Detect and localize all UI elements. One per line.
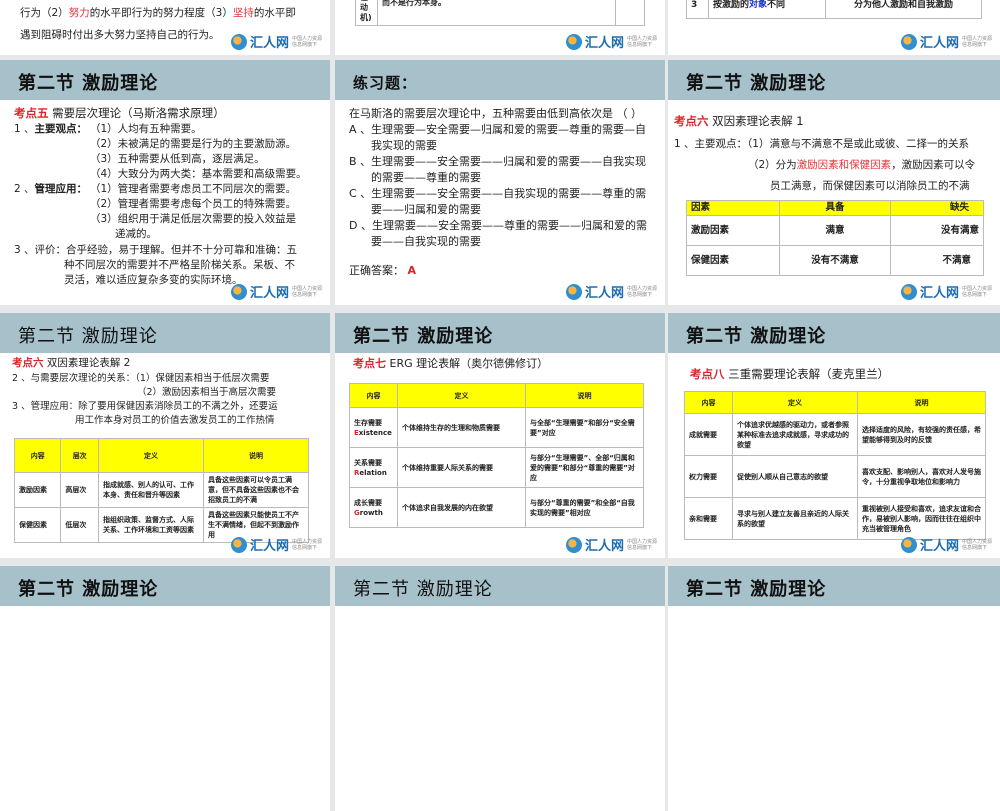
option-c: C 、生理需要——安全需要——自我实现的需要——尊重的需 [349, 187, 647, 200]
slide-header: 第二节 激励理论 [0, 566, 330, 606]
slide-text: （1）管理者需要考虑员工不同层次的需要。 [90, 183, 297, 195]
needs-table: 内容 定义 说明 成就需要 个体追求优越感的驱动力，或者参照某种标准去追求成就感，寻求… [684, 391, 986, 540]
option-c: 要——归属和爱的需要 [371, 203, 481, 216]
slide-table: 3 按激励的对象不同 分为他人激励和自我激励 [686, 0, 982, 19]
slide-text: 2 、管理应用： [14, 183, 88, 195]
slide-text: 3 、管理应用：除了要用保健因素消除员工的不满之外，还要运 [12, 401, 278, 412]
slide-header: 第二节 激励理论 [0, 60, 330, 100]
slide-text: 3 、评价：合乎经验，易于理解。但并不十分可靠和准确：五 [14, 244, 298, 256]
slide-header: 第二节 激励理论 [668, 566, 1000, 606]
hr163-logo: 汇人网 中国人力资源 信息网旗下 [565, 32, 657, 51]
slide-text: （2）未被满足的需要是行为的主要激励源。 [90, 138, 297, 150]
erg-table: 内容 定义 说明 生存需要 Existence 个体维持生存的生理和物质需要 与全部“生理… [349, 383, 644, 528]
slide-text: 种不同层次的需要并不严格呈阶梯关系。呆板、不 [64, 259, 295, 271]
slide-header: 第二节 激励理论 [668, 313, 1000, 353]
slide-text: 1 、主要观点：（1）满意与不满意不是或此或彼、二择一的关系 [674, 138, 969, 150]
slide-text: （4）大致分为两大类：基本需要和高级需要。 [90, 168, 307, 180]
slide-text: 2 、与需要层次理论的关系：（1）保健因素相当于低层次需要 [12, 373, 270, 384]
slide-subtitle: 考点七 ERG 理论表解（奥尔德佛修订） [353, 357, 549, 370]
option-a: 我实现的需要 [371, 139, 437, 152]
option-d: D 、生理需要——安全需要——尊重的需要——归属和爱的需 [349, 219, 647, 232]
hr163-logo: 汇人网 中国人力资源 信息网旗下 [230, 282, 322, 301]
slide-subtitle: 考点五 需要层次理论（马斯洛需求原理） [14, 106, 225, 120]
slide-thumbnail[interactable]: 第二节 激励理论 考点七 ERG 理论表解（奥尔德佛修订） 内容 定义 说明 生存需… [335, 313, 665, 558]
slide-subtitle: 考点六 双因素理论表解 1 [674, 114, 804, 128]
slide-text: （3）五种需要从低到高，逐层满足。 [90, 153, 265, 165]
slide-text: 员工满意，而保健因素可以消除员工的不满 [770, 180, 970, 192]
slide-text: （3）组织用于满足低层次需要的投入效益是 [90, 213, 297, 225]
hr163-logo: 汇人网 中国人力资源 信息网旗下 [230, 535, 322, 554]
slide-text: 行为（2）努力的水平即行为的努力程度（3）坚持的水平即 [20, 7, 296, 19]
hr163-logo: 汇人网 中国人力资源 信息网旗下 [565, 282, 657, 301]
hr163-logo: 汇人网 中国人力资源 信息网旗下 [900, 32, 992, 51]
slide-header: 第二节 激励理论 [335, 313, 665, 353]
slide-text: 递减的。 [115, 228, 157, 240]
slide-text: 用工作本身对员工的价值去激发员工的工作热情 [75, 415, 275, 426]
option-b: 的需要——尊重的需要 [371, 171, 481, 184]
slide-text: 灵活，难以适应复杂多变的实际环境。 [64, 274, 243, 286]
slide-text: （2）分为激励因素和保健因素，激励因素可以令 [748, 159, 976, 171]
factor-table: 因素 具备 缺失 激励因素 满意 没有满意 保健因素 没有不满意 不满意 [686, 200, 984, 276]
hr163-logo: 汇人网 中国人力资源 信息网旗下 [230, 32, 322, 51]
option-b: B 、生理需要——安全需要——归属和爱的需要——自我实现 [349, 155, 647, 168]
slide-subtitle: 考点六 双因素理论表解 2 [12, 357, 131, 369]
option-a: A 、生理需要—安全需要—归属和爱的需要—尊重的需要—自 [349, 123, 647, 136]
slide-header: 第二节 激励理论 [668, 60, 1000, 100]
question-text: 在马斯洛的需要层次理论中，五种需要由低到高依次是 （ ） [349, 107, 642, 120]
hr163-logo: 汇人网 中国人力资源 信息网旗下 [900, 535, 992, 554]
slide-subtitle: 考点八 三重需要理论表解（麦克里兰） [690, 367, 890, 381]
slide-thumbnail[interactable]: 第二节 激励理论 考点六 双因素理论表解 2 2 、与需要层次理论的关系：（1）… [0, 313, 330, 558]
slide-thumbnail[interactable]: 第二节 激励理论 考点五 需要层次理论（马斯洛需求原理） 1 、主要观点： （1… [0, 60, 330, 305]
slide-thumbnail[interactable]: 行为（2）努力的水平即行为的努力程度（3）坚持的水平即 遇到阻碍时付出多大努力坚… [0, 0, 330, 55]
slide-thumbnail[interactable]: 外在动机)而不是行为本身。 汇人网中国人力资源 信息网旗下 [335, 0, 665, 55]
slide-text: （2）管理者需要考虑每个员工的特殊需要。 [90, 198, 297, 210]
slide-thumbnail[interactable]: 练习题： 在马斯洛的需要层次理论中，五种需要由低到高依次是 （ ） A 、生理需… [335, 60, 665, 305]
factor-table: 内容 层次 定义 说明 激励因素 高层次 指成就感、别人的认可、工作本身、责任和晋升等因素… [13, 438, 309, 543]
hr163-logo: 汇人网 中国人力资源 信息网旗下 [900, 282, 992, 301]
slide-header: 练习题： [335, 60, 665, 100]
slide-header: 第二节 激励理论 [335, 566, 665, 606]
slide-text: （1）人均有五种需要。 [90, 123, 202, 135]
slide-text: 遇到阻碍时付出多大努力坚持自己的行为。 [20, 29, 220, 41]
slide-thumbnail[interactable]: 第二节 激励理论 [0, 566, 330, 811]
slide-thumbnail[interactable]: 第二节 激励理论 [335, 566, 665, 811]
slide-text: 1 、主要观点： [14, 123, 88, 135]
slide-table: 外在动机)而不是行为本身。 [355, 0, 646, 26]
option-d: 要——自我实现的需要 [371, 235, 481, 248]
slide-thumbnail[interactable]: 第二节 激励理论 考点六 双因素理论表解 1 1 、主要观点：（1）满意与不满意… [668, 60, 1000, 305]
slide-header: 第二节 激励理论 [0, 313, 330, 353]
slide-text: （2）激励因素相当于高层次需要 [137, 387, 277, 398]
slide-thumbnail[interactable]: 第二节 激励理论 [668, 566, 1000, 811]
slide-thumbnail[interactable]: 3 按激励的对象不同 分为他人激励和自我激励 汇人网 中国人力资源 信息网旗下 [668, 0, 1000, 55]
hr163-logo: 汇人网 中国人力资源 信息网旗下 [565, 535, 657, 554]
answer: 正确答案： A [349, 264, 417, 277]
slide-thumbnail[interactable]: 第二节 激励理论 考点八 三重需要理论表解（麦克里兰） 内容 定义 说明 成就需要个… [668, 313, 1000, 558]
